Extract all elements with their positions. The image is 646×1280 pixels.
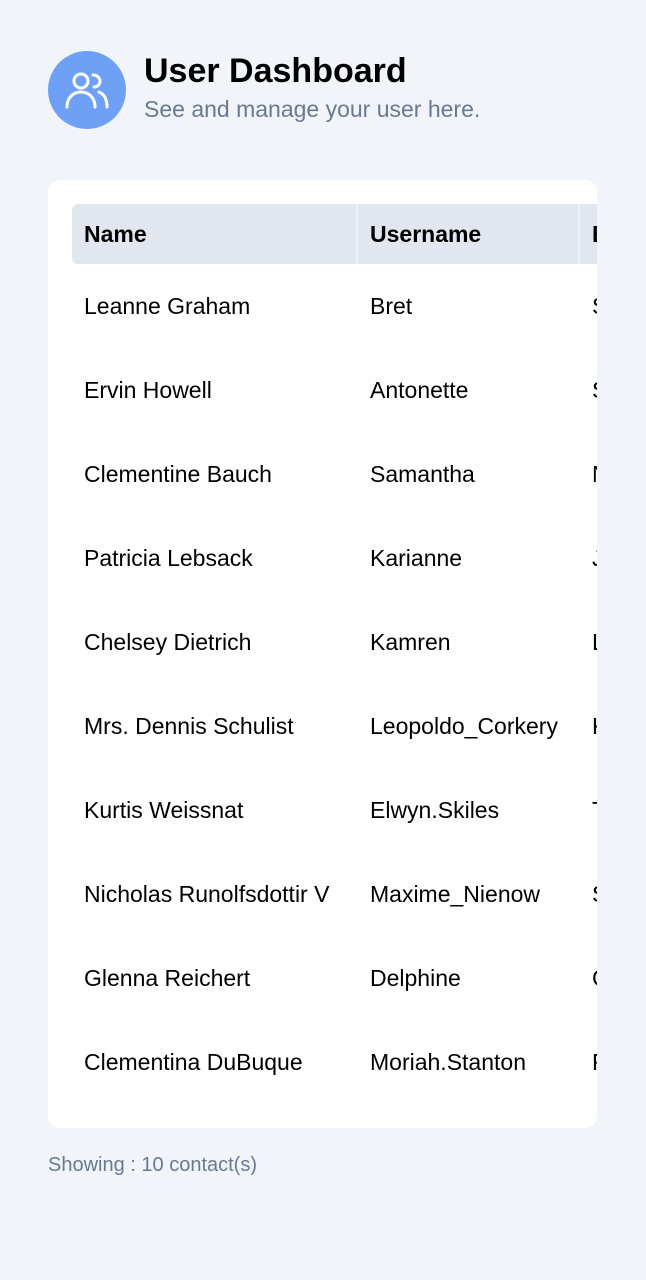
cell-username: Karianne	[370, 544, 463, 571]
cell-username: Kamren	[370, 628, 451, 655]
cell-name: Patricia Lebsack	[84, 544, 253, 571]
table-row[interactable]: Mrs. Dennis Schulist Leopoldo_Corkery K	[72, 684, 597, 768]
cell-name: Ervin Howell	[84, 376, 212, 403]
table-row[interactable]: Leanne Graham Bret S	[72, 264, 597, 348]
cell-username: Elwyn.Skiles	[370, 796, 500, 823]
column-header-username[interactable]: Username	[358, 204, 580, 264]
users-table[interactable]: Name Username E Leanne Graham Bret S Erv…	[72, 204, 597, 1104]
cell-name: Kurtis Weissnat	[84, 796, 244, 823]
dashboard-header: User Dashboard See and manage your user …	[48, 51, 480, 129]
user-dashboard-page: User Dashboard See and manage your user …	[0, 0, 646, 1280]
cell-username: Antonette	[370, 376, 469, 403]
page-subtitle: See and manage your user here.	[144, 96, 481, 122]
cell-username: Samantha	[370, 460, 475, 487]
table-row[interactable]: Clementina DuBuque Moriah.Stanton R	[72, 1020, 597, 1104]
table-header-row: Name Username E	[72, 204, 597, 264]
cell-username: Leopoldo_Corkery	[370, 712, 558, 739]
table-row[interactable]: Patricia Lebsack Karianne J	[72, 516, 597, 600]
cell-email: S	[580, 881, 597, 908]
users-icon	[48, 51, 126, 129]
cell-name: Leanne Graham	[84, 292, 251, 319]
column-header-email[interactable]: E	[580, 204, 597, 264]
page-title: User Dashboard	[144, 52, 407, 90]
cell-name: Clementine Bauch	[84, 460, 272, 487]
users-table-card: Name Username E Leanne Graham Bret S Erv…	[48, 180, 597, 1128]
table-row[interactable]: Clementine Bauch Samantha N	[72, 432, 597, 516]
table-row[interactable]: Glenna Reichert Delphine C	[72, 936, 597, 1020]
column-header-name[interactable]: Name	[72, 204, 358, 264]
cell-name: Chelsey Dietrich	[84, 628, 252, 655]
cell-email: C	[580, 965, 597, 992]
cell-email: N	[580, 461, 597, 488]
cell-username: Maxime_Nienow	[370, 880, 541, 907]
cell-email: T	[580, 797, 597, 824]
cell-name: Glenna Reichert	[84, 964, 251, 991]
cell-username: Moriah.Stanton	[370, 1048, 526, 1075]
results-count: Showing : 10 contact(s)	[48, 1154, 257, 1176]
table-row[interactable]: Nicholas Runolfsdottir V Maxime_Nienow S	[72, 852, 597, 936]
cell-email: S	[580, 293, 597, 320]
cell-name: Mrs. Dennis Schulist	[84, 712, 294, 739]
table-row[interactable]: Ervin Howell Antonette S	[72, 348, 597, 432]
cell-name: Nicholas Runolfsdottir V	[84, 880, 330, 907]
cell-email: L	[580, 629, 597, 656]
cell-email: K	[580, 713, 597, 740]
table-row[interactable]: Kurtis Weissnat Elwyn.Skiles T	[72, 768, 597, 852]
cell-username: Bret	[370, 292, 413, 319]
cell-email: R	[580, 1049, 597, 1076]
cell-username: Delphine	[370, 964, 461, 991]
table-row[interactable]: Chelsey Dietrich Kamren L	[72, 600, 597, 684]
cell-email: J	[580, 545, 597, 572]
cell-email: S	[580, 377, 597, 404]
cell-name: Clementina DuBuque	[84, 1048, 303, 1075]
